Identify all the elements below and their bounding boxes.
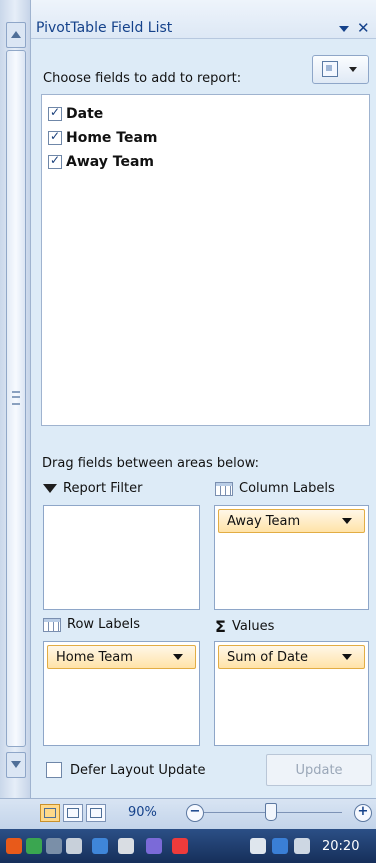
values-field-sum-of-date[interactable]: Sum of Date [218,645,365,669]
zoom-in-button[interactable]: + [354,804,372,822]
choose-fields-label: Choose fields to add to report: [43,71,242,86]
column-grid-icon [215,481,233,496]
field-checkbox[interactable] [48,153,62,169]
close-pane-button[interactable]: ✕ [357,19,370,37]
report-filter-area[interactable] [43,505,200,610]
zoom-slider-thumb[interactable] [265,803,277,821]
update-tray-icon[interactable] [92,838,108,854]
field-list: Date Home Team Away Team [41,94,370,426]
values-area[interactable]: Sum of Date [214,641,369,746]
chevron-down-icon [11,761,21,768]
sigma-icon: Σ [215,617,226,636]
normal-view-button[interactable] [40,804,60,822]
pen-tray-icon[interactable] [146,838,162,854]
field-date[interactable]: Date [48,104,103,124]
chevron-down-icon[interactable] [342,654,352,660]
row-field-home-team[interactable]: Home Team [47,645,196,669]
drag-fields-label: Drag fields between areas below: [42,456,260,471]
scrollbar-thumb[interactable] [6,50,26,747]
antivirus-tray-icon[interactable] [118,838,134,854]
report-filter-label: Report Filter [63,481,143,496]
values-label: Values [231,619,275,634]
defer-layout-label: Defer Layout Update [70,762,206,778]
field-checkbox[interactable] [48,129,62,145]
column-labels-heading: Column Labels [215,481,335,496]
zoom-out-button[interactable]: − [186,804,204,822]
defer-layout-update[interactable]: Defer Layout Update [46,762,205,778]
chevron-down-icon[interactable] [342,518,352,524]
volume-icon[interactable] [294,838,310,854]
clock[interactable]: 20:20 [322,839,359,854]
status-bar: 90% − + [0,798,376,829]
report-filter-heading: Report Filter [43,481,142,496]
field-label: Date [66,106,104,122]
phone-tray-icon[interactable] [250,838,266,854]
page-break-preview-button[interactable] [86,804,106,822]
zone-item-label: Sum of Date [227,649,309,665]
scroll-down-button[interactable] [6,752,26,778]
chevron-down-icon[interactable] [173,654,183,660]
zone-item-label: Home Team [56,649,133,665]
row-labels-area[interactable]: Home Team [43,641,200,746]
layout-icon [322,61,338,77]
row-labels-heading: Row Labels [43,617,140,632]
alert-tray-icon[interactable] [172,838,188,854]
pane-title-bar: PivotTable Field List ✕ [31,0,376,39]
app-tray-icon[interactable] [26,838,42,854]
device-tray-icon[interactable] [46,838,62,854]
chevron-up-icon [11,31,21,38]
funnel-icon [43,484,57,493]
values-heading: Σ Values [215,617,274,636]
row-grid-icon [43,617,61,632]
vertical-scrollbar[interactable] [0,0,31,798]
display-tray-icon[interactable] [272,838,288,854]
column-field-away-team[interactable]: Away Team [218,509,365,533]
field-list-layout-button[interactable] [312,55,369,84]
scroll-up-button[interactable] [6,22,26,48]
pane-options-dropdown-icon[interactable] [339,26,349,32]
field-label: Away Team [66,154,155,170]
bluetooth-tray-icon[interactable] [66,838,82,854]
page-layout-view-button[interactable] [63,804,83,822]
field-label: Home Team [66,130,158,146]
update-button: Update [266,754,372,786]
field-checkbox[interactable] [48,105,62,121]
zone-item-label: Away Team [227,513,301,529]
pivottable-field-list-pane: PivotTable Field List ✕ Choose fields to… [31,0,376,798]
column-labels-area[interactable]: Away Team [214,505,369,610]
zoom-level[interactable]: 90% [128,805,157,820]
pane-title: PivotTable Field List [36,20,173,36]
column-labels-label: Column Labels [239,481,335,496]
grip-icon [12,391,20,405]
network-icon[interactable] [6,838,22,854]
chevron-down-icon [349,67,357,72]
taskbar: 20:20 [0,829,376,863]
defer-layout-checkbox[interactable] [46,762,62,778]
row-labels-label: Row Labels [67,617,141,632]
field-home-team[interactable]: Home Team [48,128,158,148]
field-away-team[interactable]: Away Team [48,152,154,172]
